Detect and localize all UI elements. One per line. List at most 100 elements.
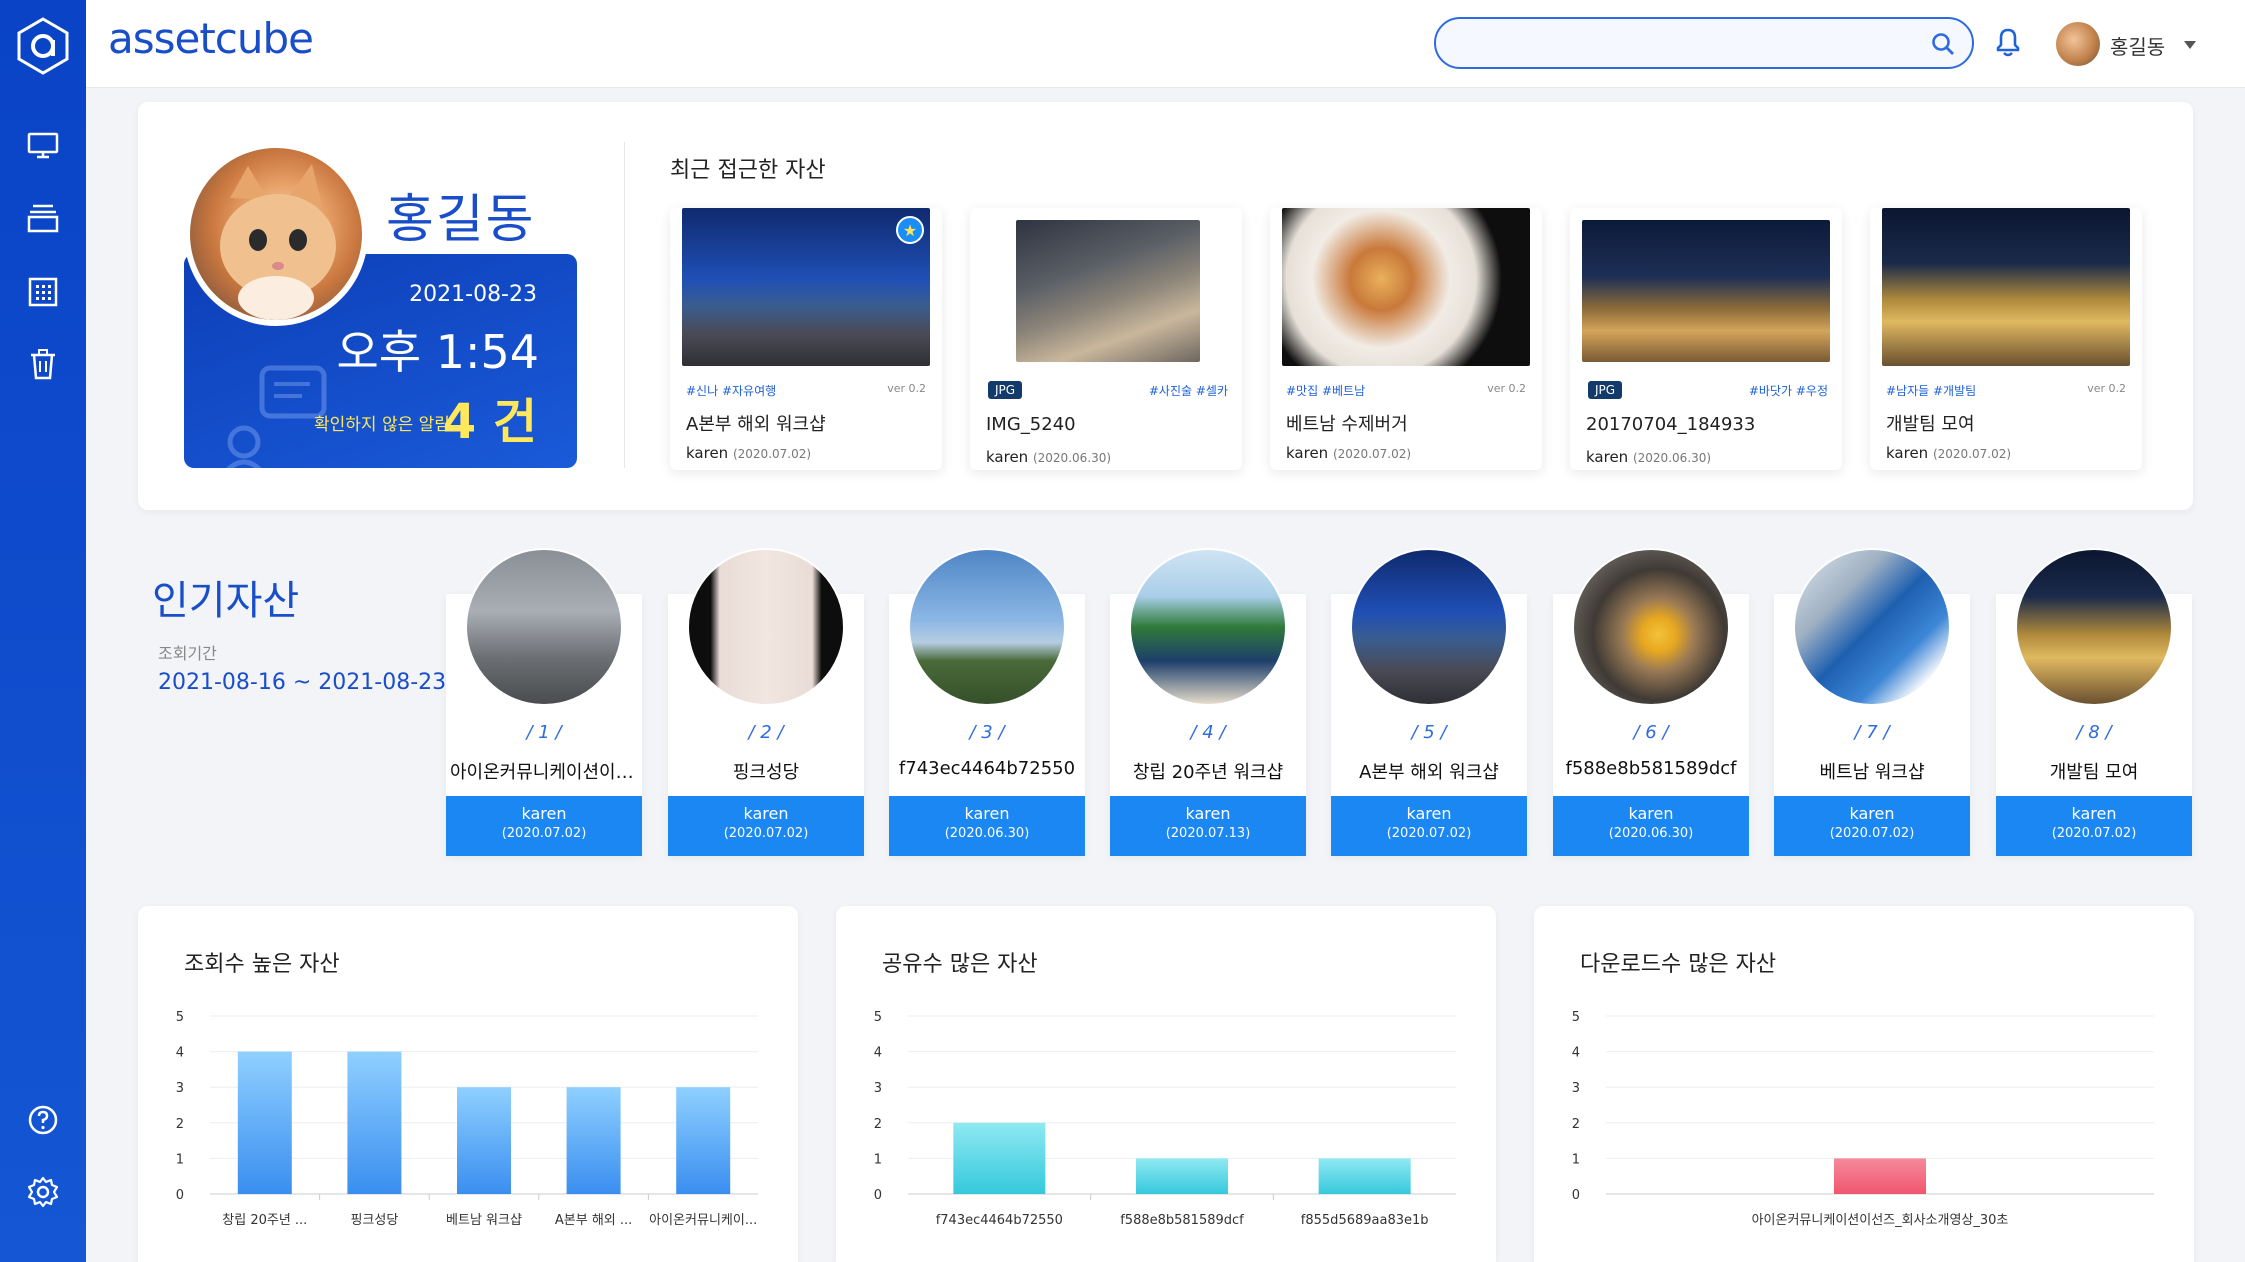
asset-date: (2020.07.02) — [2051, 826, 2137, 841]
asset-owner-footer: karen (2020.07.02) — [1996, 796, 2192, 856]
asset-owner: karen (2020.07.02) — [1286, 444, 1411, 462]
avatar[interactable] — [2056, 22, 2100, 66]
chart-bar[interactable] — [457, 1087, 511, 1194]
alert-count[interactable]: 4 건 — [443, 382, 537, 452]
asset-name: A본부 해외 워크샵 — [686, 414, 826, 435]
file-type-badge: JPG — [988, 381, 1023, 399]
asset-thumbnail — [1793, 548, 1951, 706]
recent-asset-card[interactable]: JPG #사진술 #셀카 IMG_5240 karen (2020.06.30) — [970, 208, 1242, 470]
asset-thumbnail — [1016, 220, 1200, 362]
y-tick-label: 0 — [874, 1188, 882, 1203]
popular-asset-card[interactable]: / 6 / f588e8b581589dcf karen (2020.06.30) — [1553, 548, 1749, 856]
y-tick-label: 5 — [1572, 1010, 1580, 1025]
period-range[interactable]: 2021-08-16 ~ 2021-08-23 — [158, 670, 446, 695]
x-tick-label: 베트남 워크샵 — [446, 1213, 522, 1228]
y-tick-label: 1 — [1572, 1152, 1580, 1167]
popular-asset-card[interactable]: / 5 / A본부 해외 워크샵 karen (2020.07.02) — [1331, 548, 1527, 856]
asset-thumbnail — [465, 548, 623, 706]
recent-asset-card[interactable]: #남자들 #개발팀 ver 0.2 개발팀 모여 karen (2020.07.… — [1870, 208, 2142, 470]
asset-thumbnail — [1882, 208, 2130, 366]
chevron-down-icon[interactable] — [2182, 36, 2198, 55]
popular-asset-card[interactable]: / 4 / 창립 20주년 워크샵 karen (2020.07.13) — [1110, 548, 1306, 856]
asset-date: (2020.06.30) — [1608, 826, 1694, 841]
y-tick-label: 5 — [874, 1010, 882, 1025]
profile-recent-card: 2021-08-23 오후 1:54 확인하지 않은 알림 4 건 홍길동 최근… — [138, 102, 2193, 510]
archive-icon — [27, 204, 59, 233]
downloads-bar-chart: 0 1 2 3 4 5 아이온커뮤니케이션이선즈_회사소개영상_30초 — [1572, 1010, 2154, 1228]
asset-date: (2020.07.02) — [1386, 826, 1472, 841]
brand-logo[interactable]: assetcube — [108, 14, 314, 63]
asset-date: (2020.06.30) — [944, 826, 1030, 841]
chart-bar[interactable] — [676, 1087, 731, 1194]
logo-icon[interactable] — [13, 16, 73, 76]
popular-asset-card[interactable]: / 3 / f743ec4464b72550 karen (2020.06.30) — [889, 548, 1085, 856]
help-button[interactable] — [23, 1100, 63, 1140]
asset-date: (2020.06.30) — [1632, 451, 1712, 465]
chart-bar[interactable] — [1834, 1158, 1926, 1194]
rank-number: / 5 / — [1411, 722, 1447, 743]
y-tick-label: 1 — [176, 1152, 184, 1167]
sidebar-item-monitor[interactable] — [23, 126, 63, 166]
x-tick-label: f588e8b581589dcf — [1120, 1213, 1244, 1228]
search-icon[interactable] — [1930, 31, 1956, 61]
current-date: 2021-08-23 — [409, 282, 537, 307]
asset-thumbnail — [1282, 208, 1530, 366]
chart-bar[interactable] — [1318, 1158, 1411, 1194]
asset-name: 베트남 워크샵 — [1819, 762, 1925, 783]
y-tick-label: 0 — [176, 1188, 184, 1203]
bell-icon[interactable] — [1994, 26, 2022, 62]
top-header: assetcube 홍길동 — [86, 0, 2245, 88]
asset-owner-footer: karen (2020.07.02) — [1774, 796, 1970, 856]
asset-date: (2020.07.02) — [723, 826, 809, 841]
trash-icon — [31, 349, 55, 380]
popular-asset-card[interactable]: / 2 / 핑크성당 karen (2020.07.02) — [668, 548, 864, 856]
user-name[interactable]: 홍길동 — [2110, 31, 2165, 60]
rank-number: / 6 / — [1633, 722, 1669, 743]
search-bar[interactable] — [1434, 17, 1974, 69]
asset-thumbnail — [1350, 548, 1508, 706]
sidebar-item-archive[interactable] — [23, 198, 63, 238]
monitor-icon — [27, 132, 59, 159]
chart-bar[interactable] — [566, 1087, 621, 1194]
owner-name: karen — [1286, 444, 1329, 462]
rank-number: / 3 / — [969, 722, 1005, 743]
current-time: 오후 1:54 — [336, 325, 539, 379]
chart-bar[interactable] — [347, 1051, 402, 1194]
recent-asset-card[interactable]: #맛집 #베트남 ver 0.2 베트남 수제버거 karen (2020.07… — [1270, 208, 1542, 470]
rank-number: / 7 / — [1854, 722, 1890, 743]
search-input[interactable] — [1456, 29, 1916, 57]
asset-date: (2020.06.30) — [1032, 451, 1112, 465]
recent-asset-card[interactable]: JPG #바닷가 #우정 20170704_184933 karen (2020… — [1570, 208, 1842, 470]
settings-button[interactable] — [23, 1172, 63, 1212]
sidebar-item-trash[interactable] — [23, 344, 63, 384]
asset-thumbnail — [1582, 220, 1830, 362]
y-tick-label: 0 — [1572, 1188, 1580, 1203]
chart-bar[interactable] — [953, 1122, 1046, 1194]
shares-bar-chart: 0 1 2 3 4 5 f743ec4464b72550 f588e8b581589dcf f8… — [874, 1010, 1456, 1228]
y-tick-label: 4 — [1572, 1046, 1580, 1061]
asset-version: ver 0.2 — [887, 382, 926, 395]
period-label: 조회기간 — [158, 644, 217, 663]
sidebar-item-grid[interactable] — [23, 272, 63, 312]
popular-asset-card[interactable]: / 8 / 개발팀 모여 karen (2020.07.02) — [1996, 548, 2192, 856]
star-icon[interactable]: ★ — [896, 216, 924, 244]
asset-version: ver 0.2 — [1487, 382, 1526, 395]
asset-date: (2020.07.02) — [1932, 447, 2012, 461]
chart-bar[interactable] — [1136, 1158, 1228, 1194]
popular-asset-card[interactable]: / 1 / 아이온커뮤니케이션이선즈_회사소개영상_30초 karen (2020… — [446, 548, 642, 856]
asset-date: (2020.07.02) — [732, 447, 812, 461]
asset-thumbnail — [687, 548, 845, 706]
asset-owner-footer: karen (2020.07.02) — [1331, 796, 1527, 856]
y-tick-label: 1 — [874, 1152, 882, 1167]
popular-asset-card[interactable]: / 7 / 베트남 워크샵 karen (2020.07.02) — [1774, 548, 1970, 856]
profile-avatar — [184, 142, 368, 326]
owner-name: karen — [1886, 444, 1929, 462]
asset-owner: karen (2020.07.02) — [686, 444, 811, 462]
y-tick-label: 2 — [176, 1117, 184, 1132]
chart-bar[interactable] — [237, 1051, 292, 1194]
recent-asset-card[interactable]: ★ #신나 #자유여행 ver 0.2 A본부 해외 워크샵 karen (20… — [670, 208, 942, 470]
asset-tags: #남자들 #개발팀 — [1886, 384, 1977, 398]
downloads-chart-card: 다운로드수 많은 자산 0 1 2 3 4 5 아이온커뮤니케이션이선즈_회사소개영상_30… — [1534, 906, 2194, 1262]
divider — [624, 142, 625, 468]
asset-name: 베트남 수제버거 — [1286, 414, 1408, 435]
